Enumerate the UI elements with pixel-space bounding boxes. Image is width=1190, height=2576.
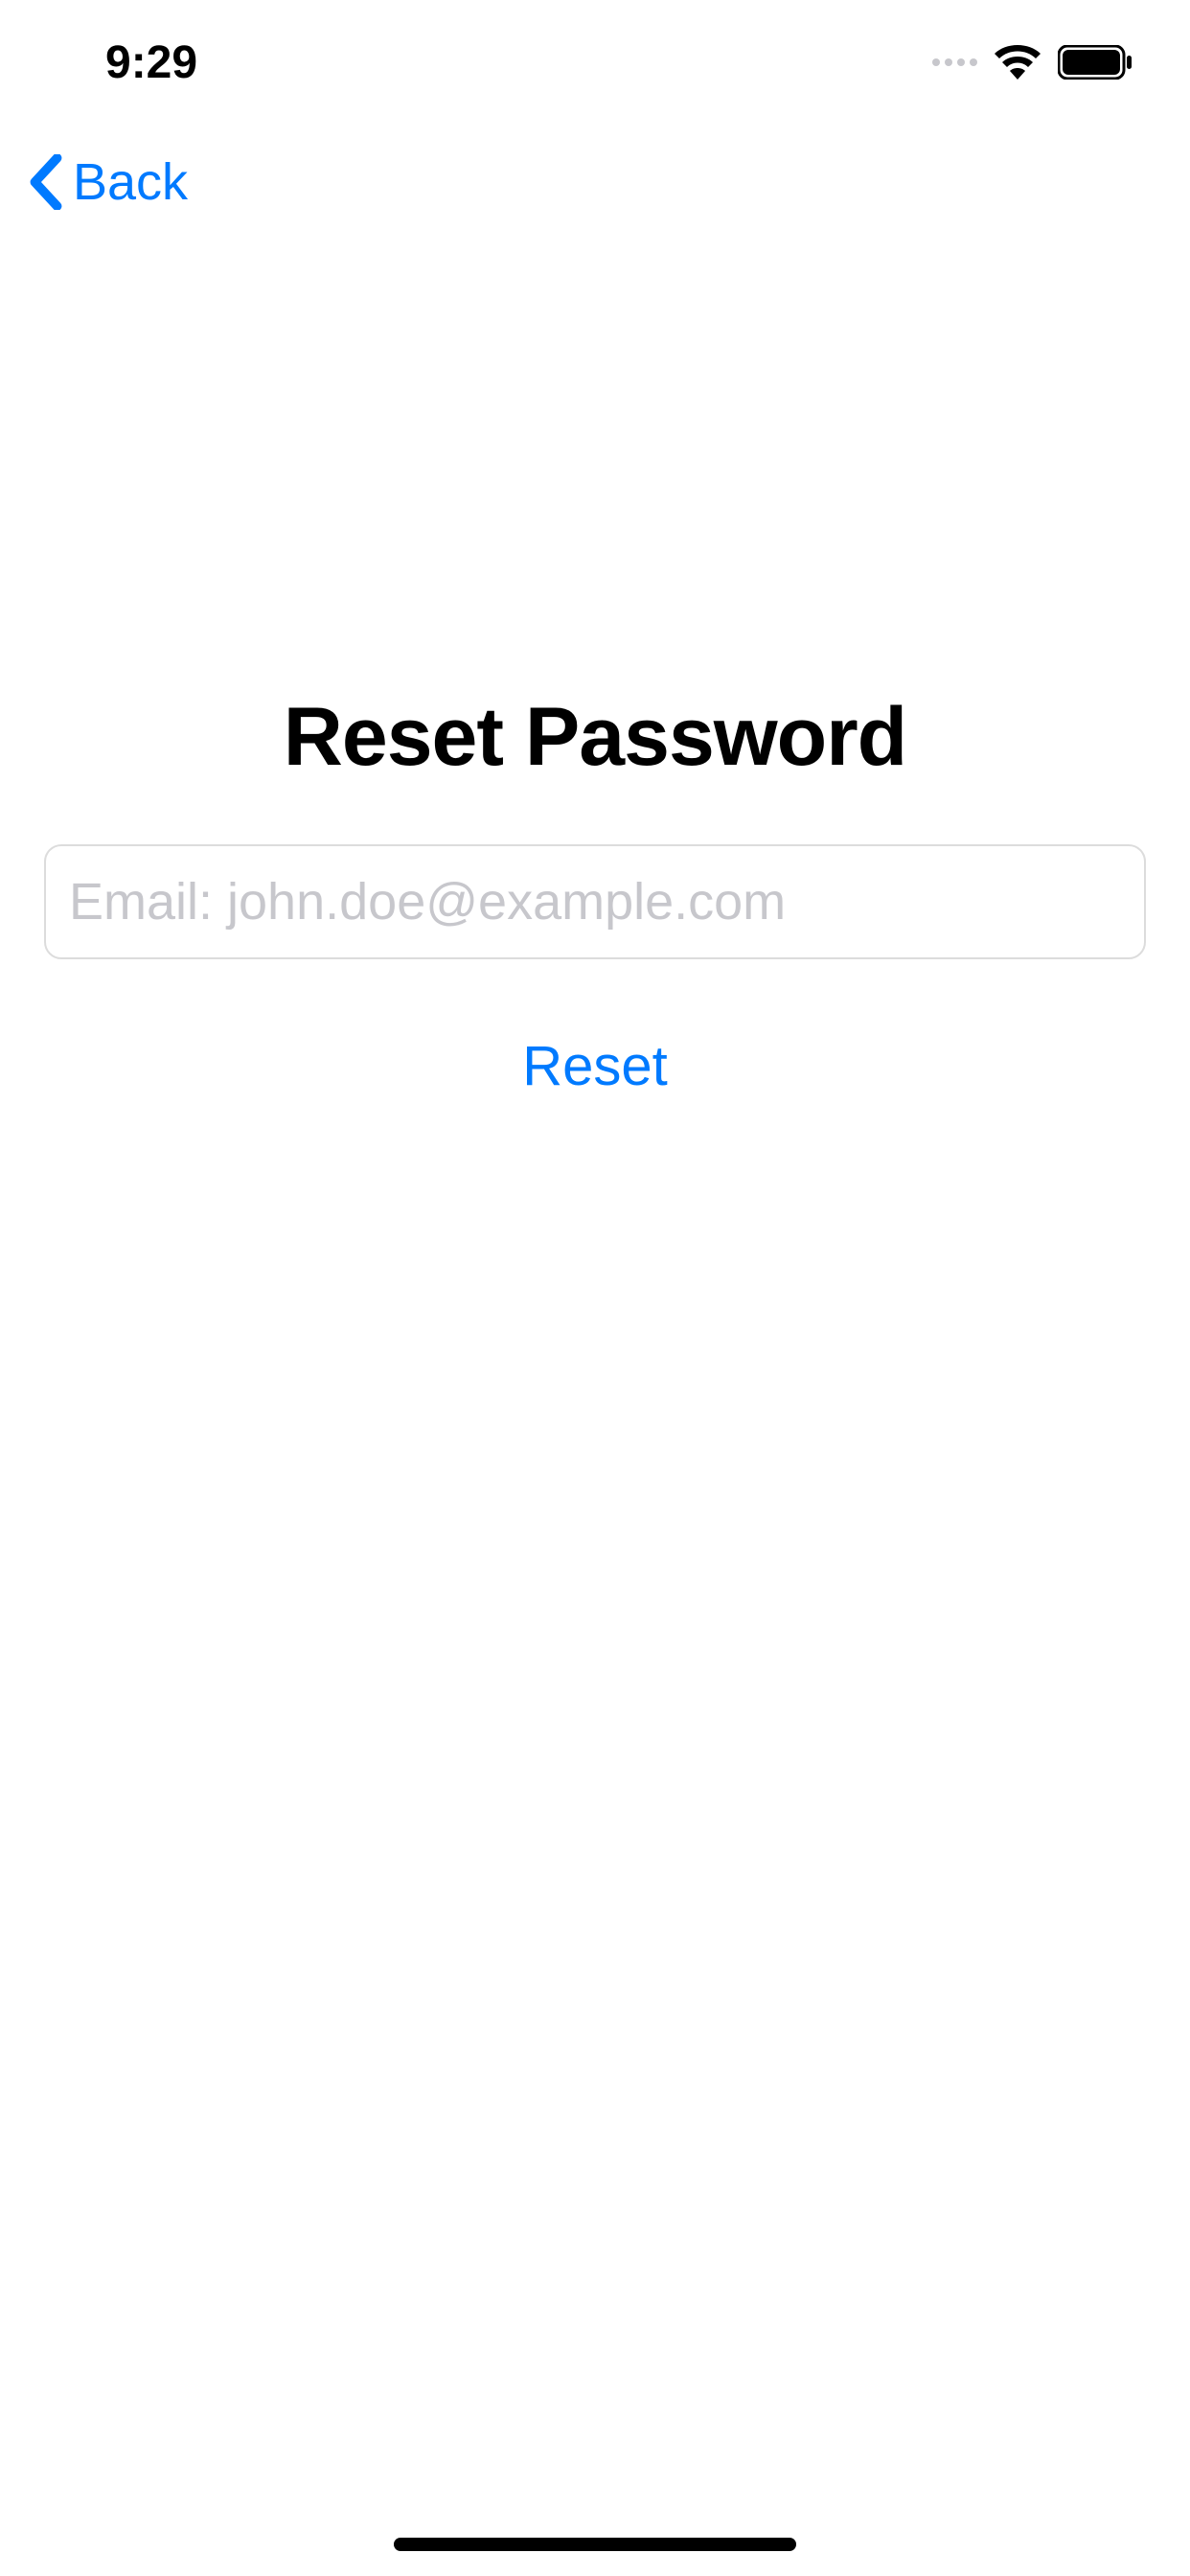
back-label: Back — [73, 152, 188, 212]
status-bar: 9:29 — [0, 0, 1190, 125]
content-area: Reset Password Reset — [0, 690, 1190, 1098]
page-title: Reset Password — [44, 690, 1146, 785]
chevron-left-icon — [29, 154, 63, 210]
home-indicator[interactable] — [394, 2538, 796, 2551]
battery-icon — [1058, 45, 1133, 80]
back-button[interactable]: Back — [29, 152, 188, 212]
status-time: 9:29 — [105, 36, 197, 89]
status-icons — [932, 45, 1133, 80]
wifi-icon — [995, 45, 1041, 80]
reset-button[interactable]: Reset — [522, 1034, 668, 1098]
email-field[interactable] — [44, 844, 1146, 959]
navigation-bar: Back — [0, 125, 1190, 240]
cellular-signal-icon — [932, 58, 977, 66]
